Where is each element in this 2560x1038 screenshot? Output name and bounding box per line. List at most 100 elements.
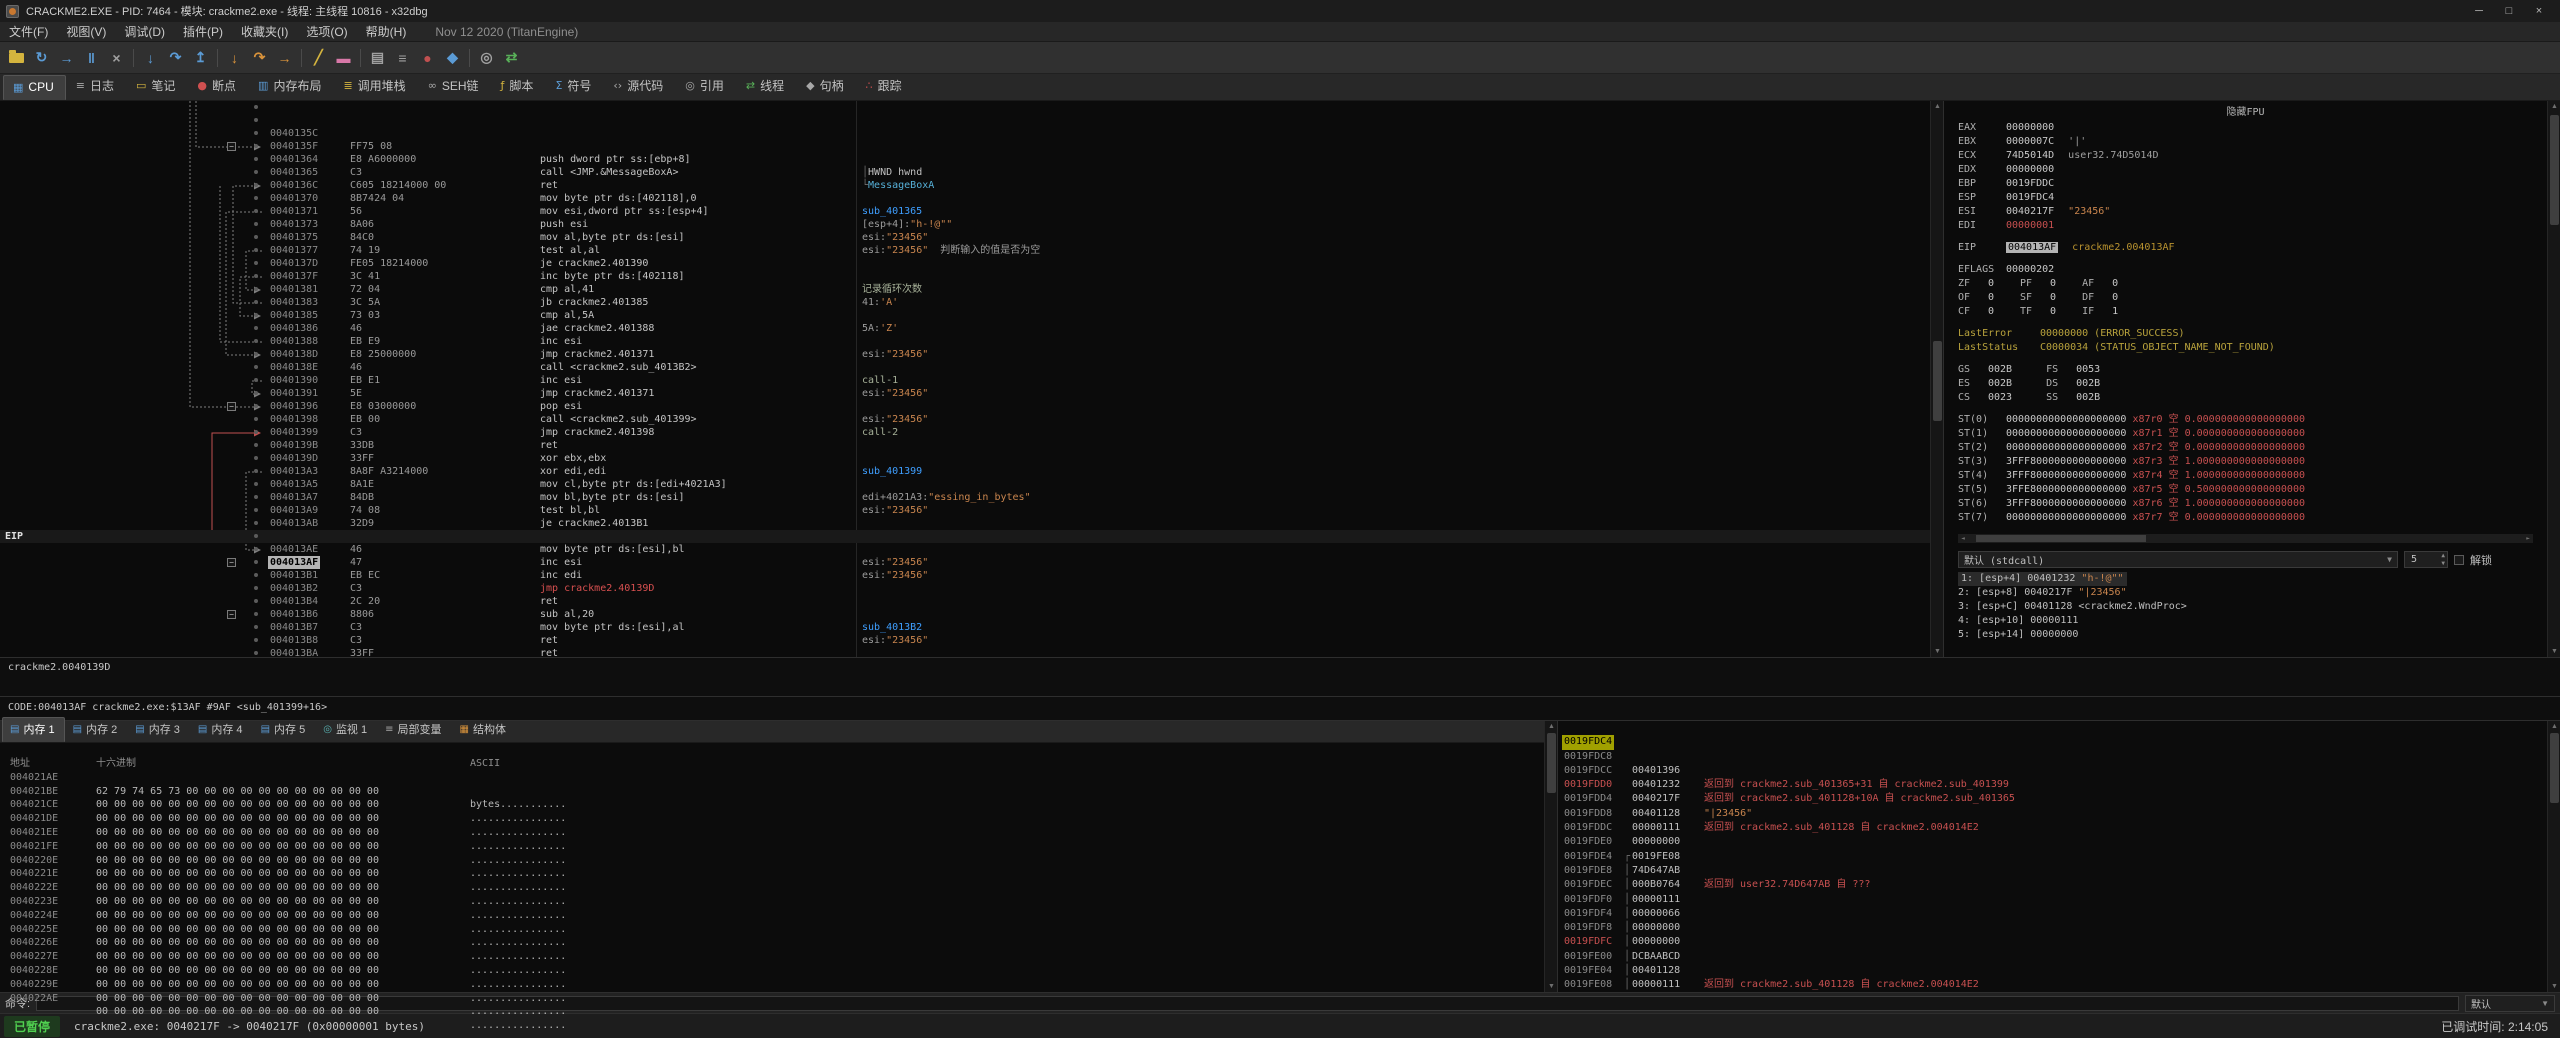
breakpoint-bullet[interactable] <box>254 170 258 174</box>
tab-脚本[interactable]: ƒ 脚本 <box>491 72 546 100</box>
collapse-box-icon[interactable]: − <box>227 142 236 151</box>
stack-row[interactable]: 0019FDEC │ 00000066 <box>1558 864 2547 919</box>
disasm-row[interactable]: 00401388 E8 25000000 call <crackme2.sub_… <box>0 309 1930 386</box>
collapse-box-icon[interactable]: − <box>227 610 236 619</box>
dump-tab-局部变量[interactable]: ≡ 局部变量 <box>377 717 451 742</box>
pause-icon[interactable]: ‖ <box>79 46 104 70</box>
dump-row[interactable]: 004021CE 00 00 00 00 00 00 00 00 00 00 0… <box>0 785 1544 838</box>
disasm-row[interactable]: 00401396 EB 00 jmp crackme2.401398 <box>0 374 1930 438</box>
tab-线程[interactable]: ⇄ 线程 <box>736 72 796 100</box>
stack-panel[interactable]: 0019FDC4 00401396 返回到 crackme2.sub_40136… <box>1557 721 2547 992</box>
stack-row[interactable]: 0019FDCC 0040217F "|23456" <box>1558 750 2547 819</box>
disasm-row[interactable]: 004013AB 881E mov byte ptr ds:[esi],bl e… <box>0 491 1930 568</box>
collapse-box-icon[interactable]: − <box>227 558 236 567</box>
disasm-row[interactable]: 004013BC 8A0D 18214000 mov cl,byte ptr d… <box>0 634 1930 647</box>
disasm-row[interactable]: 00401381 3C 5A cmp al,5A 5A:'Z' <box>0 257 1930 334</box>
dump-row[interactable]: 004021EE 00 00 00 00 00 00 00 00 00 00 0… <box>0 812 1544 866</box>
fpu-register-row[interactable]: ST(7) 00000000000000000000 x87r7 空 0.0000… <box>1958 511 2547 525</box>
dump-row[interactable]: 0040226E 00 00 00 00 00 00 00 00 00 00 0… <box>0 923 1544 976</box>
register-row-ESP[interactable]: ESP 0019FDC4 <box>1958 191 2547 205</box>
disasm-row[interactable]: 004013B6 C3 ret <box>0 582 1930 646</box>
breakpoint-bullet[interactable] <box>254 508 258 512</box>
disasm-row[interactable]: 00401370 56 push esi esi:"23456" <box>0 166 1930 243</box>
menu-item[interactable]: 文件(F) <box>0 22 57 42</box>
scrollbar-thumb[interactable] <box>1547 733 1556 793</box>
disasm-row[interactable]: 00401377 FE05 18214000 inc byte ptr ds:[… <box>0 218 1930 295</box>
menu-item[interactable]: 调试(D) <box>115 22 174 42</box>
breakpoint-bullet[interactable] <box>254 417 258 421</box>
hide-fpu-button[interactable]: 隐藏FPU <box>1958 104 2533 121</box>
command-script-combo[interactable]: 默认 ▼ <box>2465 994 2555 1012</box>
memory-dump-panel[interactable]: 地址 十六进制 ASCII 004021AE 62 79 74 65 73 00 0… <box>0 743 1544 1031</box>
disasm-row[interactable]: 0040135C FF75 08 push dword ptr ss:[ebp+… <box>0 101 1930 178</box>
disasm-row[interactable]: 00401385 46 inc esi esi:"23456" <box>0 283 1930 360</box>
stack-row[interactable]: 0019FDF4 │ 00000000 <box>1558 893 2547 948</box>
breakpoint-bullet[interactable] <box>254 456 258 460</box>
breakpoint-bullet[interactable] <box>254 183 258 187</box>
close-button[interactable]: × <box>2524 2 2554 20</box>
dump-row[interactable]: 004021BE 00 00 00 00 00 00 00 00 00 00 0… <box>0 771 1544 825</box>
breakpoint-bullet[interactable] <box>254 547 258 551</box>
breakpoint-bullet[interactable] <box>254 391 258 395</box>
disasm-row[interactable]: 00401399 33DB xor ebx,ebx sub_401399 <box>0 400 1930 477</box>
scroll-down-arrow[interactable]: ▼ <box>2548 981 2560 992</box>
dump-row[interactable]: 0040223E 00 00 00 00 00 00 00 00 00 00 0… <box>0 881 1544 935</box>
flags-row[interactable]: OF 0 SF 0 DF 0 <box>1958 291 2547 305</box>
maximize-button[interactable]: □ <box>2494 2 2524 20</box>
disasm-row[interactable]: 004013C2 8B7424 04 mov esi,dword ptr ss:… <box>0 647 1930 657</box>
breakpoint-bullet[interactable] <box>254 274 258 278</box>
disasm-row[interactable]: 0040137F 72 04 jb crackme2.401385 <box>0 244 1930 308</box>
disasm-row[interactable]: 00401375 74 19 je crackme2.401390 <box>0 205 1930 269</box>
scrollbar-thumb[interactable] <box>2550 115 2559 225</box>
breakpoint-bullet[interactable] <box>254 157 258 161</box>
breakpoint-bullet[interactable] <box>254 248 258 252</box>
open-file-icon[interactable] <box>4 46 29 70</box>
fpu-register-row[interactable]: ST(5) 3FFE8000000000000000 x87r5 空 0.5000… <box>1958 483 2547 497</box>
scrollbar-thumb[interactable] <box>1976 535 2146 542</box>
dump-row[interactable]: 0040227E 00 00 00 00 00 00 00 00 00 00 0… <box>0 936 1544 990</box>
stack-row[interactable]: 0019FE0C 74D452AC 返回到 user32.74D452AC 自 … <box>1558 978 2547 992</box>
step-into-icon[interactable]: ↓ <box>138 46 163 70</box>
fpu-register-row[interactable]: ST(1) 00000000000000000000 x87r1 空 0.0000… <box>1958 427 2547 441</box>
calling-convention-combo[interactable]: 默认 (stdcall) ▼ <box>1958 551 2398 568</box>
breakpoint-bullet[interactable] <box>254 404 258 408</box>
tab-内存布局[interactable]: ▥ 内存布局 <box>248 72 333 100</box>
breakpoint-bullet[interactable] <box>254 651 258 655</box>
tab-SEH链[interactable]: ∞ SEH链 <box>418 72 491 100</box>
breakpoint-bullet[interactable] <box>254 586 258 590</box>
breakpoint-bullet[interactable] <box>254 352 258 356</box>
disasm-row[interactable]: 00401383 73 03 jae crackme2.401388 <box>0 270 1930 334</box>
eraser-icon[interactable]: ▬ <box>331 46 356 70</box>
stack-row[interactable]: 0019FDF8 │ DCBAABCD <box>1558 907 2547 962</box>
fpu-register-row[interactable]: ST(3) 3FFF8000000000000000 x87r3 空 1.0000… <box>1958 455 2547 469</box>
disasm-row[interactable]: 0040138D 46 inc esi esi:"23456" <box>0 322 1930 399</box>
tab-调用堆栈[interactable]: ≣ 调用堆栈 <box>333 72 417 100</box>
scrollbar-thumb[interactable] <box>2550 733 2559 803</box>
menu-item[interactable]: 选项(O) <box>297 22 356 42</box>
disasm-row[interactable]: 0040137D 3C 41 cmp al,41 41:'A' <box>0 231 1930 308</box>
disasm-row[interactable]: 004013AF EB EC jmp crackme2.40139D <box>0 530 1930 594</box>
dump-row[interactable]: 0040225E 00 00 00 00 00 00 00 00 00 00 0… <box>0 909 1544 963</box>
execute-till-return-icon[interactable]: ↥ <box>188 46 213 70</box>
stack-scrollbar[interactable]: ▲ ▼ <box>2547 721 2560 992</box>
disasm-row[interactable]: 004013A5 84DB test bl,bl <box>0 452 1930 516</box>
breakpoint-bullet[interactable] <box>254 118 258 122</box>
threads-icon[interactable]: ⇄ <box>499 46 524 70</box>
flags-row[interactable]: CF 0 TF 0 IF 1 <box>1958 305 2547 319</box>
breakpoint-bullet[interactable] <box>254 196 258 200</box>
disasm-row[interactable]: 00401386 EB E9 jmp crackme2.401371 <box>0 296 1930 360</box>
command-input[interactable] <box>36 995 2459 1011</box>
stack-row[interactable]: 0019FDE0 ┌ 74D647AB 返回到 user32.74D647AB … <box>1558 821 2547 890</box>
register-row-EDI[interactable]: EDI 00000001 <box>1958 219 2547 233</box>
dump-row[interactable]: 0040222E 00 00 00 00 00 00 00 00 00 00 0… <box>0 867 1544 921</box>
disasm-row[interactable]: 004013A3 8A1E mov bl,byte ptr ds:[esi] e… <box>0 439 1930 516</box>
disasm-row[interactable]: 00401398 C3 ret <box>0 387 1930 451</box>
disasm-row[interactable]: 004013BA 33C9 xor ecx,ecx <box>0 621 1930 657</box>
register-row-ECX[interactable]: ECX 74D5014D user32.74D5014D <box>1958 149 2547 163</box>
dump-row[interactable]: 004021AE 62 79 74 65 73 00 00 00 00 00 0… <box>0 757 1544 811</box>
breakpoint-bullet[interactable] <box>254 339 258 343</box>
breakpoint-bullet[interactable] <box>254 573 258 577</box>
stack-row[interactable]: 0019FDFC │ 00401128 返回到 crackme2.sub_401… <box>1558 921 2547 990</box>
fpu-register-row[interactable]: ST(2) 00000000000000000000 x87r2 空 0.0000… <box>1958 441 2547 455</box>
scroll-up-arrow[interactable]: ▲ <box>2548 721 2560 732</box>
